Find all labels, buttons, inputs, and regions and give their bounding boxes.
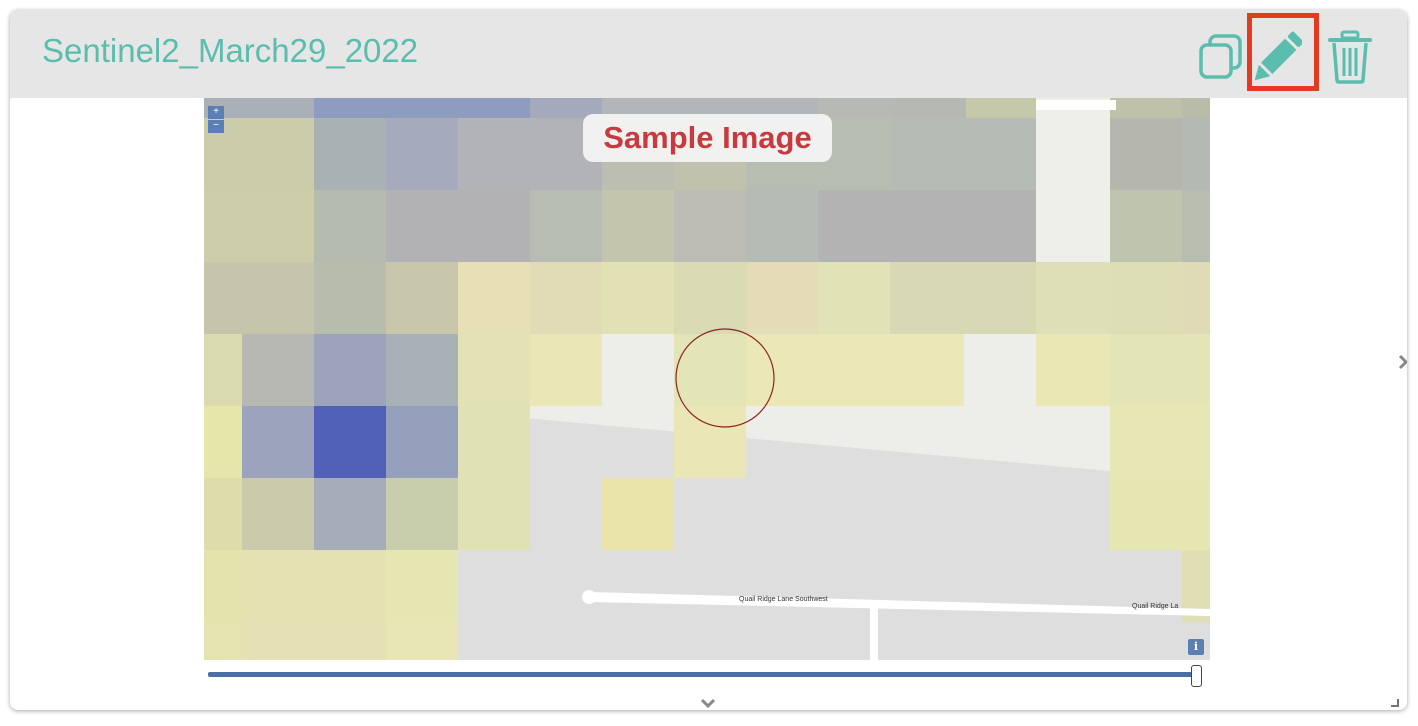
opacity-slider-handle[interactable] xyxy=(1191,665,1202,687)
resize-handle-icon[interactable] xyxy=(1391,694,1399,707)
pencil-icon[interactable] xyxy=(1254,30,1304,84)
copy-icon[interactable] xyxy=(1198,30,1246,84)
card-header: Sentinel2_March29_2022 xyxy=(10,10,1407,98)
opacity-slider-track[interactable] xyxy=(208,672,1202,677)
zoom-controls: + − xyxy=(208,106,224,134)
chevron-down-icon[interactable] xyxy=(698,696,718,710)
trash-icon[interactable] xyxy=(1326,30,1374,84)
zoom-out-button[interactable]: − xyxy=(208,120,224,133)
street-label: Quail Ridge Lane Southwest xyxy=(739,596,828,603)
sample-image-label: Sample Image xyxy=(583,114,832,162)
map-raster xyxy=(204,98,1210,660)
layer-card: Sentinel2_March29_2022 + − Sample Image … xyxy=(10,10,1407,710)
layer-title: Sentinel2_March29_2022 xyxy=(42,32,419,69)
chevron-right-icon[interactable] xyxy=(1396,352,1407,372)
info-button[interactable]: i xyxy=(1188,639,1204,655)
zoom-in-button[interactable]: + xyxy=(208,106,224,119)
map-view[interactable]: + − Sample Image Quail Ridge Lane Southw… xyxy=(204,98,1210,660)
street-label: Quail Ridge La xyxy=(1132,603,1179,610)
